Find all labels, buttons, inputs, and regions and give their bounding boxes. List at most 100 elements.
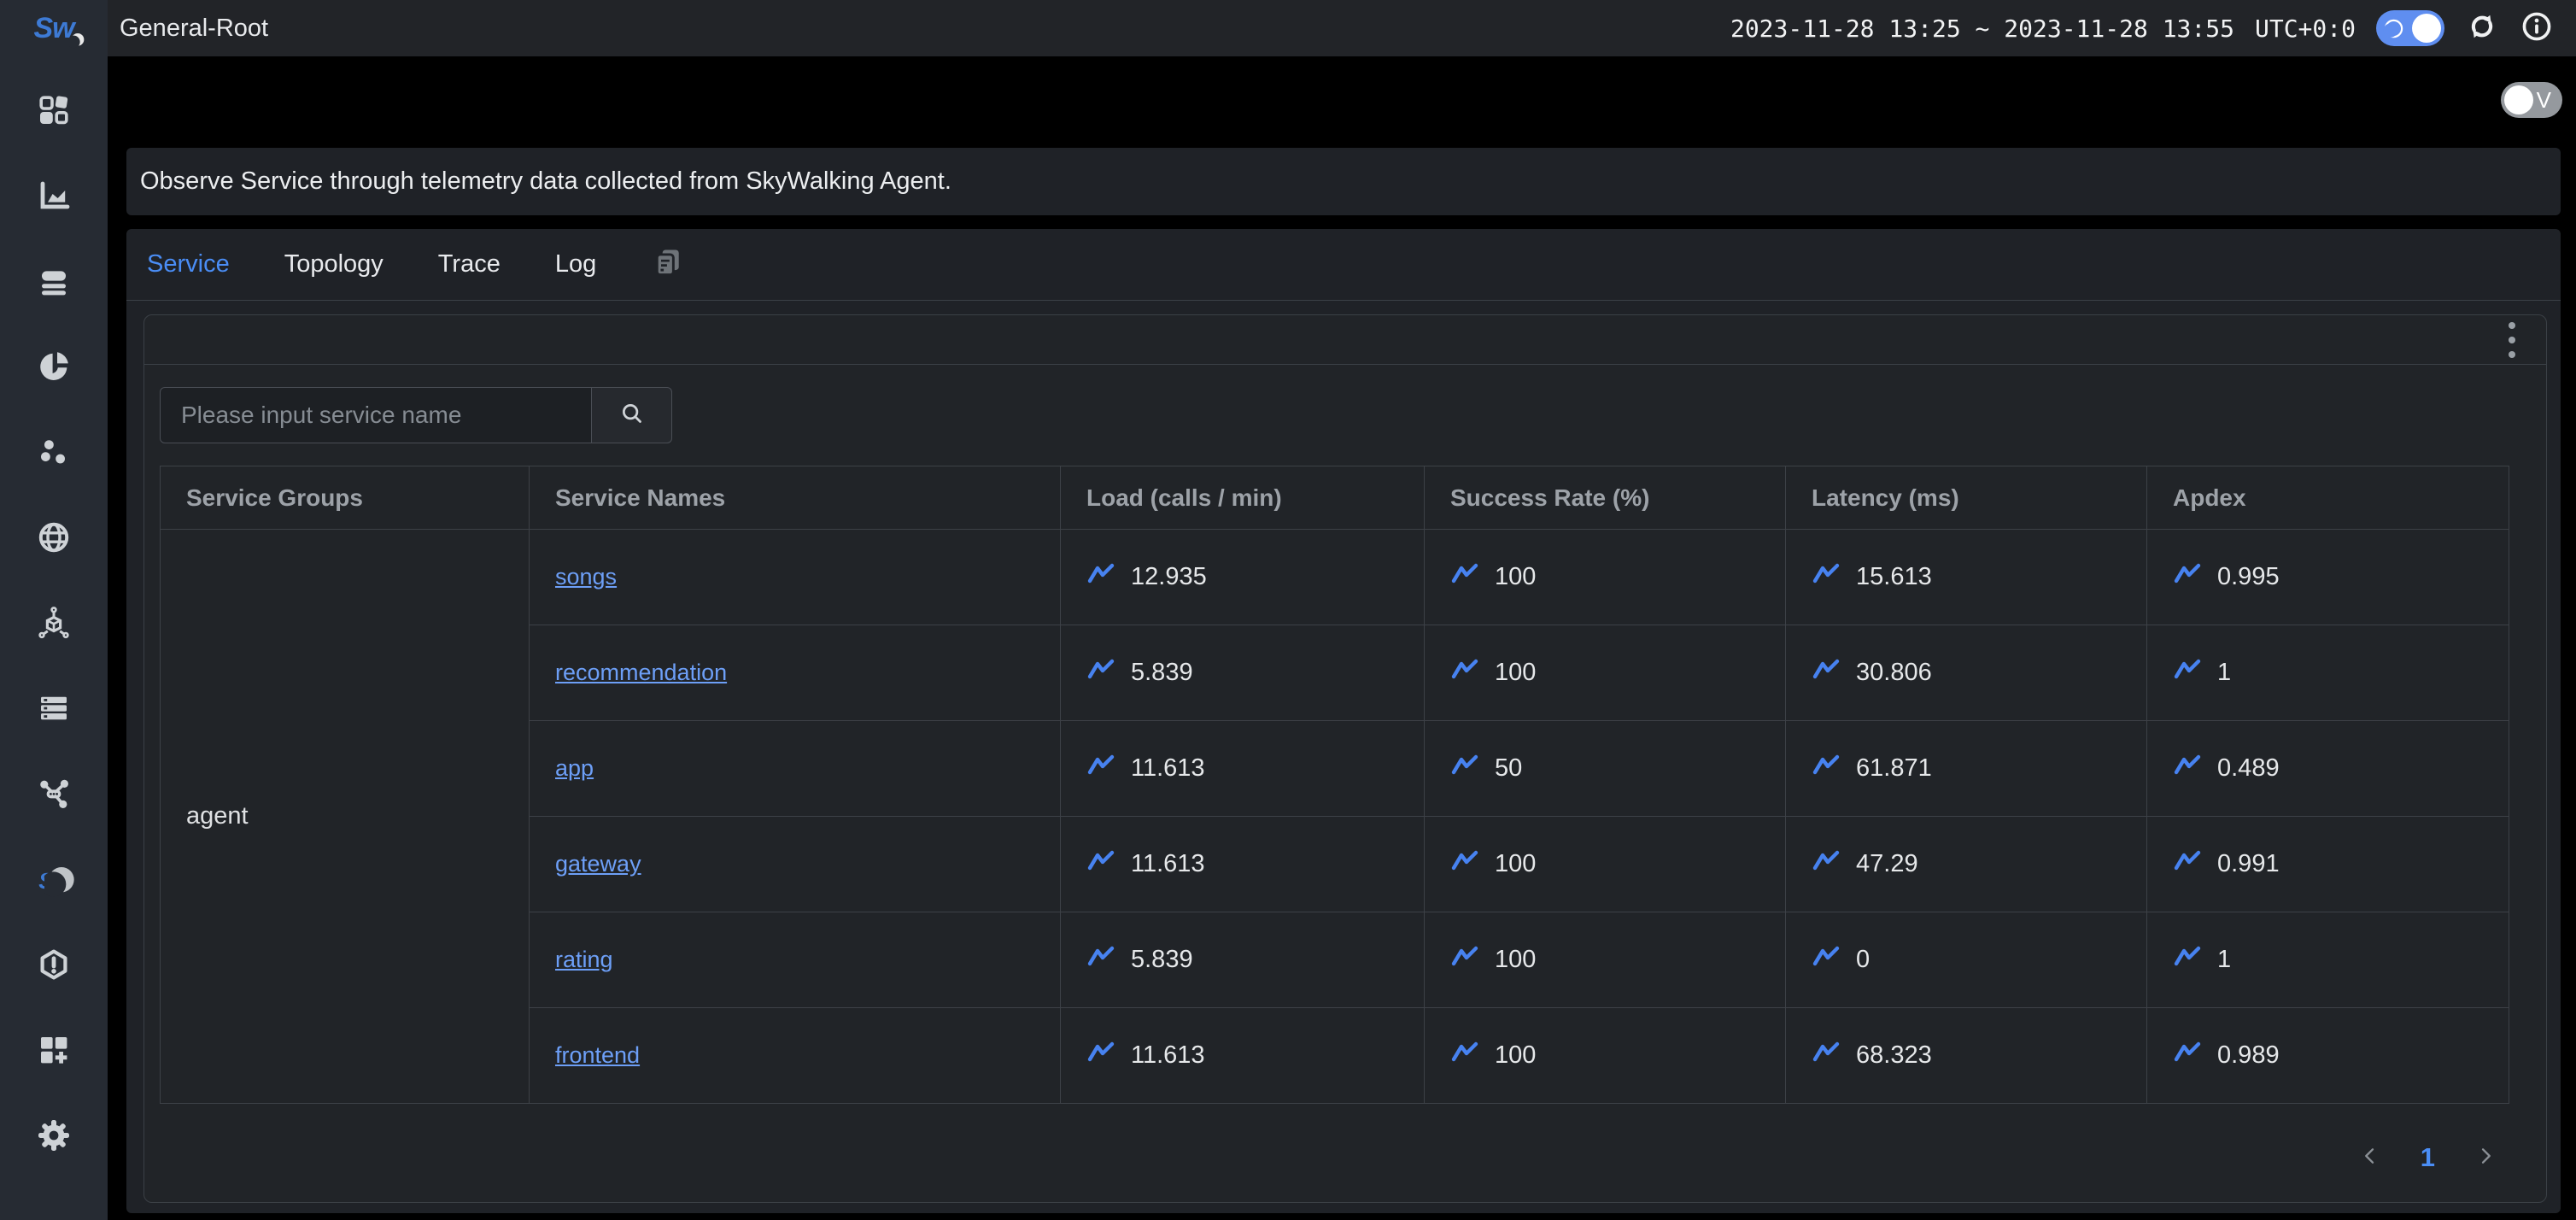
- chevron-right-icon: [2474, 1145, 2497, 1171]
- sidebar-nav: Sw: [36, 94, 72, 1155]
- service-link[interactable]: app: [555, 755, 594, 781]
- metric-value: 0.991: [2217, 850, 2280, 878]
- trend-sparkline-icon[interactable]: [2173, 753, 2202, 785]
- trend-sparkline-icon[interactable]: [1086, 944, 1115, 977]
- metric-value: 100: [1495, 563, 1536, 591]
- metric-value: 50: [1495, 754, 1522, 783]
- metric-value: 30.806: [1856, 659, 1932, 687]
- version-toggle-knob: [2504, 85, 2533, 114]
- settings-gear-icon: [37, 1118, 71, 1157]
- info-button[interactable]: [2520, 11, 2554, 45]
- services-table: Service Groups Service Names Load (calls…: [160, 466, 2509, 1104]
- tab-topology[interactable]: Topology: [284, 250, 383, 279]
- sidebar-item-settings[interactable]: [36, 1119, 72, 1155]
- metric-value: 100: [1495, 659, 1536, 687]
- service-link[interactable]: rating: [555, 947, 613, 972]
- sidebar-item-infrastructure[interactable]: [36, 607, 72, 642]
- sidebar-item-alerting[interactable]: [36, 948, 72, 984]
- metric-value: 0: [1856, 946, 1870, 974]
- sidebar-item-servers[interactable]: [36, 692, 72, 728]
- sidebar-item-marketplace[interactable]: [36, 1034, 72, 1070]
- trend-sparkline-icon[interactable]: [2173, 561, 2202, 594]
- trend-sparkline-icon[interactable]: [2173, 848, 2202, 881]
- trend-sparkline-icon[interactable]: [1450, 561, 1479, 594]
- sidebar-item-topology[interactable]: [36, 777, 72, 813]
- sidebar-item-browser[interactable]: [36, 521, 72, 557]
- next-page-button[interactable]: [2474, 1145, 2497, 1171]
- trend-sparkline-icon[interactable]: [1812, 753, 1841, 785]
- copy-icon: [651, 245, 685, 284]
- trend-sparkline-icon[interactable]: [1812, 561, 1841, 594]
- version-toggle-label: V: [2537, 87, 2551, 114]
- trend-sparkline-icon[interactable]: [1450, 848, 1479, 881]
- sidebar: Sw Sw: [0, 0, 108, 1220]
- theme-toggle[interactable]: [2376, 10, 2444, 46]
- bar-chart-icon: [37, 179, 71, 217]
- col-apdex: Apdex: [2147, 466, 2509, 530]
- service-link[interactable]: songs: [555, 564, 617, 589]
- theme-toggle-knob: [2412, 14, 2441, 43]
- trend-sparkline-icon[interactable]: [1812, 944, 1841, 977]
- trend-sparkline-icon[interactable]: [1812, 1040, 1841, 1072]
- kebab-menu-button[interactable]: [2505, 319, 2519, 361]
- sidebar-item-scatter[interactable]: [36, 436, 72, 472]
- sidebar-item-dashboards[interactable]: [36, 94, 72, 130]
- tab-log[interactable]: Log: [555, 250, 596, 279]
- pagination: 1: [2359, 1142, 2497, 1173]
- table-header-row: Service Groups Service Names Load (calls…: [161, 466, 2509, 530]
- trend-sparkline-icon[interactable]: [1450, 657, 1479, 689]
- search-input[interactable]: [160, 387, 592, 443]
- table-row: agent songs 12.935 100 15.613 0.995: [161, 530, 2509, 625]
- trend-sparkline-icon[interactable]: [1086, 657, 1115, 689]
- trend-sparkline-icon[interactable]: [1086, 561, 1115, 594]
- trend-sparkline-icon[interactable]: [1450, 1040, 1479, 1072]
- skywalking-logo[interactable]: Sw: [0, 0, 108, 56]
- sidebar-item-self-observability[interactable]: Sw: [36, 863, 72, 899]
- tab-service[interactable]: Service: [147, 250, 230, 279]
- page-title: General-Root: [120, 15, 268, 43]
- main-panel: Service Topology Trace Log: [126, 229, 2561, 1213]
- trend-sparkline-icon[interactable]: [1086, 1040, 1115, 1072]
- prev-page-button[interactable]: [2359, 1145, 2381, 1171]
- description-banner: Observe Service through telemetry data c…: [126, 148, 2561, 215]
- topbar: General-Root 2023-11-28 13:25 ~ 2023-11-…: [108, 0, 2576, 56]
- service-link[interactable]: frontend: [555, 1042, 640, 1068]
- search-button[interactable]: [592, 387, 672, 443]
- service-link[interactable]: recommendation: [555, 660, 727, 685]
- version-toggle[interactable]: V: [2501, 82, 2562, 118]
- metric-value: 0.995: [2217, 563, 2280, 591]
- time-range-picker[interactable]: 2023-11-28 13:25 ~ 2023-11-28 13:55: [1730, 15, 2234, 43]
- logo-crescent-icon: [69, 23, 86, 56]
- topbar-controls: 2023-11-28 13:25 ~ 2023-11-28 13:55 UTC+…: [1730, 10, 2554, 46]
- copy-docs-button[interactable]: [651, 245, 685, 284]
- refresh-button[interactable]: [2465, 11, 2499, 45]
- trend-sparkline-icon[interactable]: [1086, 848, 1115, 881]
- metric-value: 0.489: [2217, 754, 2280, 783]
- trend-sparkline-icon[interactable]: [1812, 848, 1841, 881]
- sidebar-item-layers[interactable]: [36, 265, 72, 301]
- service-link[interactable]: gateway: [555, 851, 641, 877]
- trend-sparkline-icon[interactable]: [2173, 657, 2202, 689]
- refresh-icon: [2466, 10, 2498, 47]
- metric-value: 11.613: [1131, 754, 1205, 783]
- metric-value: 47.29: [1856, 850, 1918, 878]
- trend-sparkline-icon[interactable]: [1086, 753, 1115, 785]
- metric-value: 11.613: [1131, 850, 1205, 878]
- metric-value: 68.323: [1856, 1041, 1932, 1070]
- tab-trace[interactable]: Trace: [438, 250, 501, 279]
- scatter-dots-icon: [37, 435, 71, 473]
- sidebar-item-metrics[interactable]: [36, 179, 72, 215]
- current-page[interactable]: 1: [2421, 1142, 2435, 1173]
- tabs-row: Service Topology Trace Log: [126, 229, 2561, 301]
- widgets-plus-icon: [37, 1033, 71, 1071]
- skywalking-mini-logo: Sw: [38, 868, 69, 894]
- metric-value: 1: [2217, 659, 2231, 687]
- trend-sparkline-icon[interactable]: [2173, 944, 2202, 977]
- sidebar-item-pie[interactable]: [36, 350, 72, 386]
- trend-sparkline-icon[interactable]: [1450, 753, 1479, 785]
- col-service-groups: Service Groups: [161, 466, 530, 530]
- trend-sparkline-icon[interactable]: [2173, 1040, 2202, 1072]
- trend-sparkline-icon[interactable]: [1450, 944, 1479, 977]
- trend-sparkline-icon[interactable]: [1812, 657, 1841, 689]
- chevron-left-icon: [2359, 1145, 2381, 1171]
